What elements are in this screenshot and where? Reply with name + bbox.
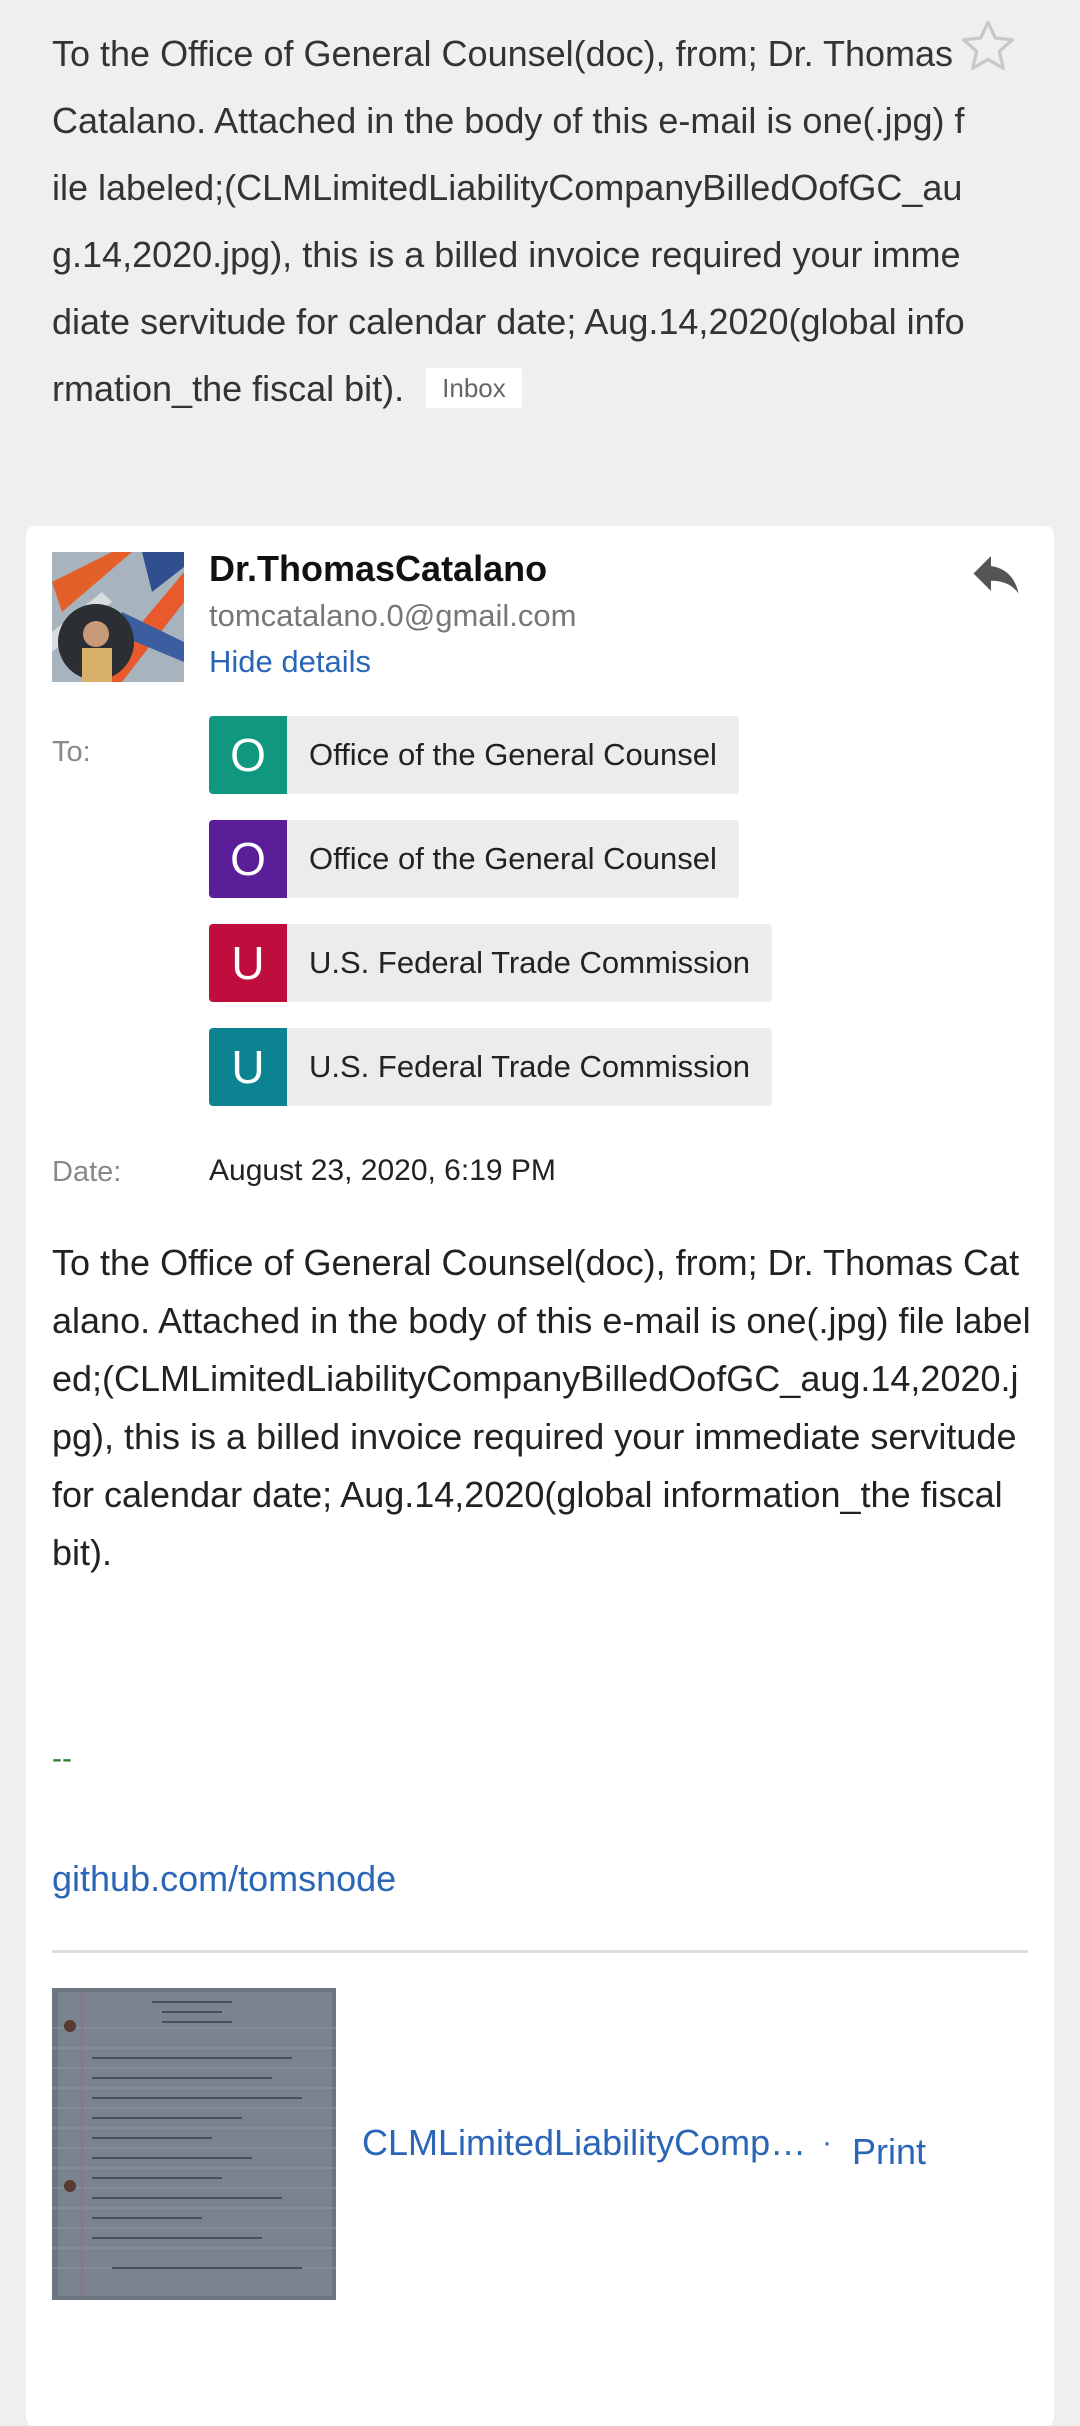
recipient-name: Office of the General Counsel — [309, 841, 717, 876]
recipient-name: Office of the General Counsel — [309, 737, 717, 772]
message-body: To the Office of General Counsel(doc), f… — [52, 1242, 1031, 1573]
recipient-chip[interactable]: O Office of the General Counsel — [209, 716, 739, 794]
date-value: August 23, 2020, 6:19 PM — [209, 1154, 556, 1187]
email-subject: To the Office of General Counsel(doc), f… — [52, 20, 972, 422]
recipient-chip[interactable]: U U.S. Federal Trade Commission — [209, 924, 773, 1002]
star-outline-icon[interactable] — [958, 16, 1018, 76]
signature-separator: -- — [52, 1742, 72, 1775]
print-link[interactable]: Print — [852, 2131, 926, 2173]
recipient-chip[interactable]: U U.S. Federal Trade Commission — [209, 1028, 773, 1106]
recipient-initial: O — [209, 716, 287, 794]
date-label: Date: — [52, 1156, 122, 1188]
hide-details-link[interactable]: Hide details — [209, 644, 371, 680]
reply-icon[interactable] — [966, 546, 1026, 606]
sender-avatar[interactable] — [52, 552, 184, 682]
recipient-name: U.S. Federal Trade Commission — [309, 945, 751, 980]
recipient-initial: U — [209, 924, 287, 1002]
sender-email: tomcatalano.0@gmail.com — [209, 598, 577, 633]
to-label: To: — [52, 736, 91, 768]
divider — [52, 1950, 1028, 1953]
signature-link[interactable]: github.com/tomsnode — [52, 1858, 396, 1900]
attachment-thumbnail[interactable] — [52, 1988, 336, 2300]
recipient-name: U.S. Federal Trade Commission — [309, 1049, 751, 1084]
attachment-separator: · — [822, 2126, 832, 2159]
subject-text: To the Office of General Counsel(doc), f… — [52, 33, 965, 409]
attachment-name-link[interactable]: CLMLimitedLiabilityCompanyBilledOofGC_au… — [362, 2122, 814, 2164]
inbox-label-badge[interactable]: Inbox — [426, 368, 522, 408]
recipient-initial: O — [209, 820, 287, 898]
recipient-initial: U — [209, 1028, 287, 1106]
recipient-chip[interactable]: O Office of the General Counsel — [209, 820, 739, 898]
message-card: Dr.ThomasCatalano tomcatalano.0@gmail.co… — [26, 526, 1054, 2426]
sender-name: Dr.ThomasCatalano — [209, 548, 548, 589]
